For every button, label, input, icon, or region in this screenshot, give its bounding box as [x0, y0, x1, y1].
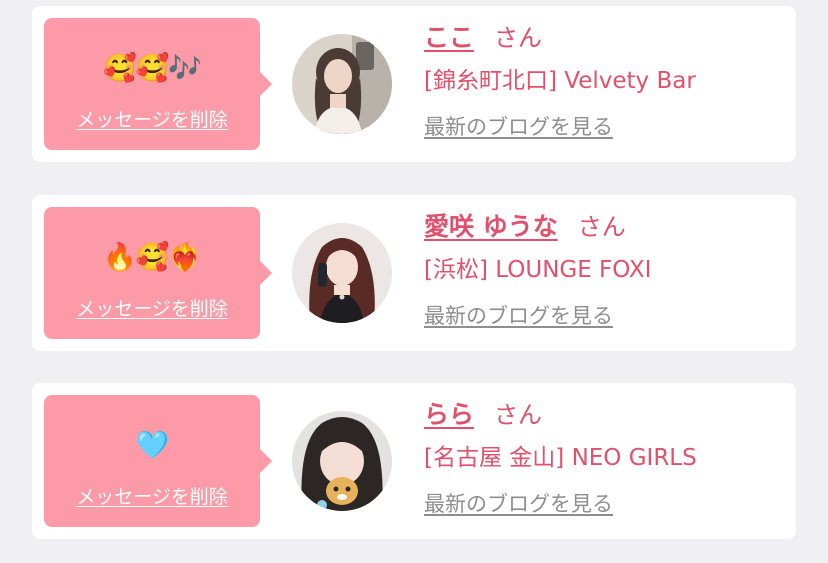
delete-message-link[interactable]: メッセージを削除 [44, 485, 260, 509]
avatar[interactable] [292, 34, 392, 134]
message-text: 🥰🥰🎶 [103, 53, 202, 84]
message-list: 🥰🥰🎶 メッセージを削除 ここ さん [錦糸町北口] Velvety Bar 最新… [0, 0, 828, 563]
girl-name-link[interactable]: ここ [424, 23, 474, 52]
latest-blog-link[interactable]: 最新のブログを見る [424, 489, 786, 519]
girl-info: 愛咲 ゆうな さん [浜松] LOUNGE FOXI 最新のブログを見る [424, 209, 786, 331]
name-row: ここ さん [424, 20, 786, 56]
message-bubble: 🔥🥰❤️‍🔥 メッセージを削除 [44, 207, 272, 339]
message-card: 🥰🥰🎶 メッセージを削除 ここ さん [錦糸町北口] Velvety Bar 最新… [32, 6, 796, 162]
girl-name-link[interactable]: 愛咲 ゆうな [424, 212, 558, 241]
honorific: さん [494, 401, 543, 429]
message-card: 🔥🥰❤️‍🔥 メッセージを削除 愛咲 ゆうな さん [浜松] LOUNGE FOX… [32, 195, 796, 351]
message-bubble: 🥰🥰🎶 メッセージを削除 [44, 18, 272, 150]
shop-name[interactable]: [浜松] LOUNGE FOXI [424, 253, 786, 287]
avatar[interactable] [292, 223, 392, 323]
name-row: らら さん [424, 397, 786, 433]
avatar[interactable] [292, 411, 392, 511]
delete-message-link[interactable]: メッセージを削除 [44, 108, 260, 132]
shop-name[interactable]: [錦糸町北口] Velvety Bar [424, 64, 786, 98]
message-card: 🩵 メッセージを削除 らら さん [名古屋 金山] NEO GIRLS 最新のブロ… [32, 383, 796, 539]
girl-info: ここ さん [錦糸町北口] Velvety Bar 最新のブログを見る [424, 20, 786, 142]
honorific: さん [494, 24, 543, 52]
delete-message-link[interactable]: メッセージを削除 [44, 297, 260, 321]
shop-name[interactable]: [名古屋 金山] NEO GIRLS [424, 441, 786, 475]
message-text: 🔥🥰❤️‍🔥 [103, 242, 202, 273]
honorific: さん [577, 213, 626, 241]
message-bubble: 🩵 メッセージを削除 [44, 395, 272, 527]
girl-info: らら さん [名古屋 金山] NEO GIRLS 最新のブログを見る [424, 397, 786, 519]
latest-blog-link[interactable]: 最新のブログを見る [424, 301, 786, 331]
message-text: 🩵 [135, 430, 170, 461]
name-row: 愛咲 ゆうな さん [424, 209, 786, 245]
latest-blog-link[interactable]: 最新のブログを見る [424, 112, 786, 142]
girl-name-link[interactable]: らら [424, 400, 474, 429]
